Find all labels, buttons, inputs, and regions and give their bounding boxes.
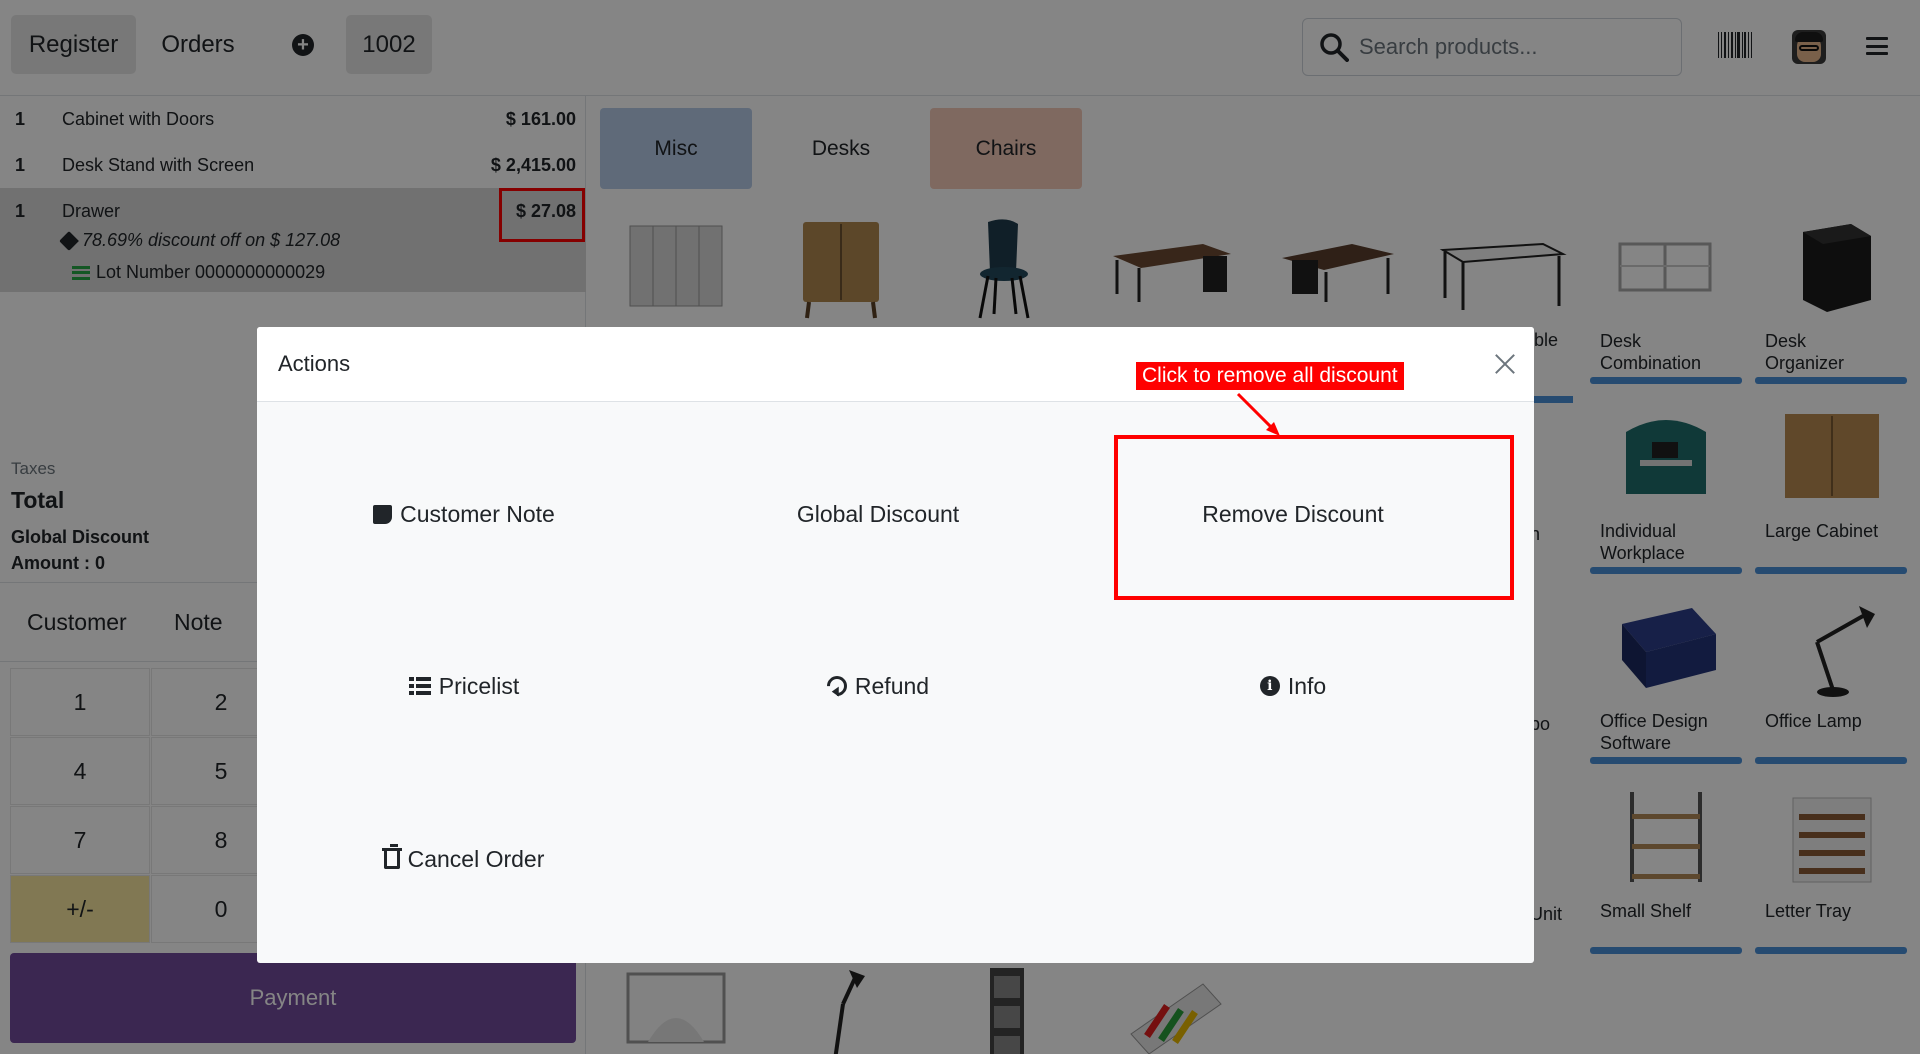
list-icon: [408, 677, 431, 695]
global-discount-button[interactable]: Global Discount: [671, 431, 1085, 597]
annotation-callout: Click to remove all discount: [1134, 360, 1406, 392]
cancel-order-button[interactable]: Cancel Order: [257, 776, 671, 942]
refund-button[interactable]: Refund: [671, 603, 1085, 769]
sticky-note-icon: [373, 504, 393, 524]
actions-dialog: Actions Customer Note Global Discount Re…: [257, 327, 1534, 963]
info-button[interactable]: i Info: [1086, 603, 1500, 769]
customer-note-button[interactable]: Customer Note: [257, 431, 671, 597]
annotation-arrow-icon: [1236, 392, 1280, 436]
close-icon[interactable]: [1492, 351, 1518, 377]
undo-icon: [822, 671, 852, 701]
trash-icon: [381, 844, 402, 869]
dialog-title: Actions: [278, 351, 351, 376]
remove-discount-highlight-box: [1114, 435, 1514, 600]
info-icon: i: [1259, 676, 1280, 696]
pricelist-button[interactable]: Pricelist: [257, 603, 671, 769]
